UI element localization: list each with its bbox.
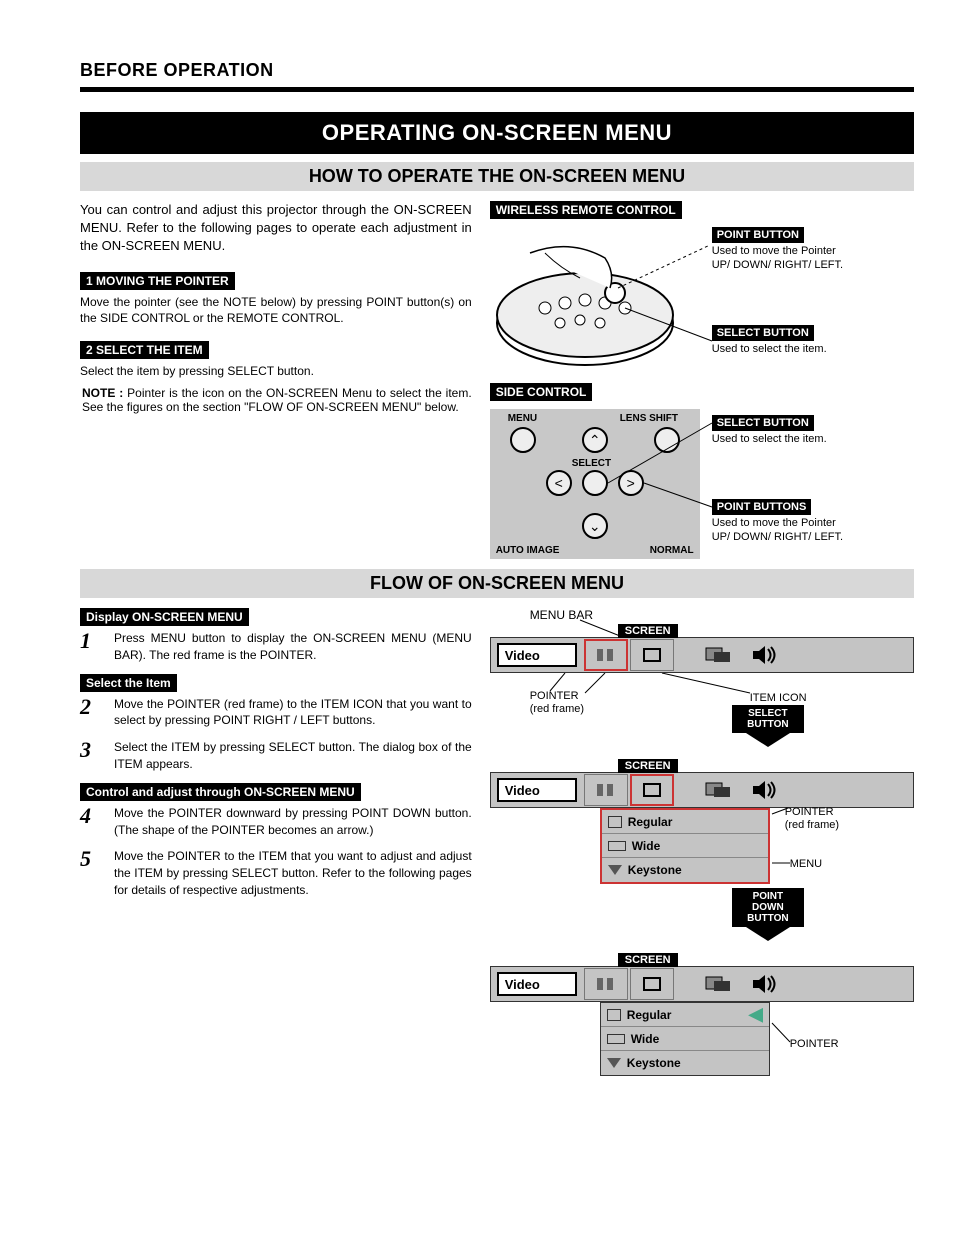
header-rule — [80, 87, 914, 92]
point-button-desc: Used to move the Pointer UP/ DOWN/ RIGHT… — [712, 245, 852, 273]
step1-section: 1 MOVING THE POINTER Move the pointer (s… — [80, 272, 472, 328]
step-3: 3 Select the ITEM by pressing SELECT but… — [80, 739, 472, 773]
side-control-diagram: MENU LENS SHIFT ⌃ SELECT < > ⌄ AUTO IMAG… — [490, 409, 914, 559]
step1-body: Move the pointer (see the NOTE below) by… — [80, 294, 472, 328]
step-num-3: 3 — [80, 739, 104, 773]
step-1: 1 Press MENU button to display the ON-SC… — [80, 630, 472, 664]
group1-label: Display ON-SCREEN MENU — [80, 608, 249, 626]
step-5: 5 Move the POINTER to the ITEM that you … — [80, 848, 472, 898]
screen-label-2: SCREEN — [618, 759, 678, 773]
step-num-1: 1 — [80, 630, 104, 664]
screen-label-3: SCREEN — [618, 953, 678, 967]
point-button-callout: POINT BUTTON Used to move the Pointer UP… — [712, 225, 852, 273]
point-button-label: POINT BUTTON — [712, 227, 804, 243]
wireless-remote-label: WIRELESS REMOTE CONTROL — [490, 201, 682, 219]
right-column: WIRELESS REMOTE CONTROL POINT B — [490, 201, 914, 559]
step-num-5: 5 — [80, 848, 104, 898]
step-num-2: 2 — [80, 696, 104, 730]
flow-right-column: MENU BAR SCREEN Video POINTER — [490, 608, 914, 1076]
step-text-5: Move the POINTER to the ITEM that you wa… — [114, 848, 472, 898]
step-text-4: Move the POINTER downward by pressing PO… — [114, 805, 472, 839]
step1-label: 1 MOVING THE POINTER — [80, 272, 235, 290]
step-num-4: 4 — [80, 805, 104, 839]
subbanner-how-to: HOW TO OPERATE THE ON-SCREEN MENU — [80, 162, 914, 191]
remote-illustration — [490, 233, 720, 383]
flow-annot-lines — [490, 608, 890, 1128]
step2-section: 2 SELECT THE ITEM Select the item by pre… — [80, 341, 472, 414]
page-header: BEFORE OPERATION — [80, 60, 914, 81]
side-control-lines — [490, 409, 850, 569]
step-text-2: Move the POINTER (red frame) to the ITEM… — [114, 696, 472, 730]
subbanner-flow: FLOW OF ON-SCREEN MENU — [80, 569, 914, 598]
flow-left-column: Display ON-SCREEN MENU 1 Press MENU butt… — [80, 608, 472, 1076]
step-text-1: Press MENU button to display the ON-SCRE… — [114, 630, 472, 664]
select-button-callout: SELECT BUTTON Used to select the item. — [712, 323, 852, 357]
group2-label: Select the Item — [80, 674, 177, 692]
title-banner: OPERATING ON-SCREEN MENU — [80, 112, 914, 154]
group3-label: Control and adjust through ON-SCREEN MEN… — [80, 783, 361, 801]
note: NOTE : Pointer is the icon on the ON-SCR… — [80, 386, 472, 414]
remote-diagram: POINT BUTTON Used to move the Pointer UP… — [490, 223, 914, 383]
select-button-desc: Used to select the item. — [712, 343, 852, 357]
intro-text: You can control and adjust this projecto… — [80, 201, 472, 256]
screen-label-1: SCREEN — [618, 624, 678, 638]
select-button-label: SELECT BUTTON — [712, 325, 814, 341]
step-text-3: Select the ITEM by pressing SELECT butto… — [114, 739, 472, 773]
step-2: 2 Move the POINTER (red frame) to the IT… — [80, 696, 472, 730]
note-prefix: NOTE : — [82, 386, 123, 400]
step2-body: Select the item by pressing SELECT butto… — [80, 363, 472, 380]
note-body: Pointer is the icon on the ON-SCREEN Men… — [82, 386, 472, 414]
side-control-label: SIDE CONTROL — [490, 383, 593, 401]
step-4: 4 Move the POINTER downward by pressing … — [80, 805, 472, 839]
step2-label: 2 SELECT THE ITEM — [80, 341, 209, 359]
left-column: You can control and adjust this projecto… — [80, 201, 472, 559]
